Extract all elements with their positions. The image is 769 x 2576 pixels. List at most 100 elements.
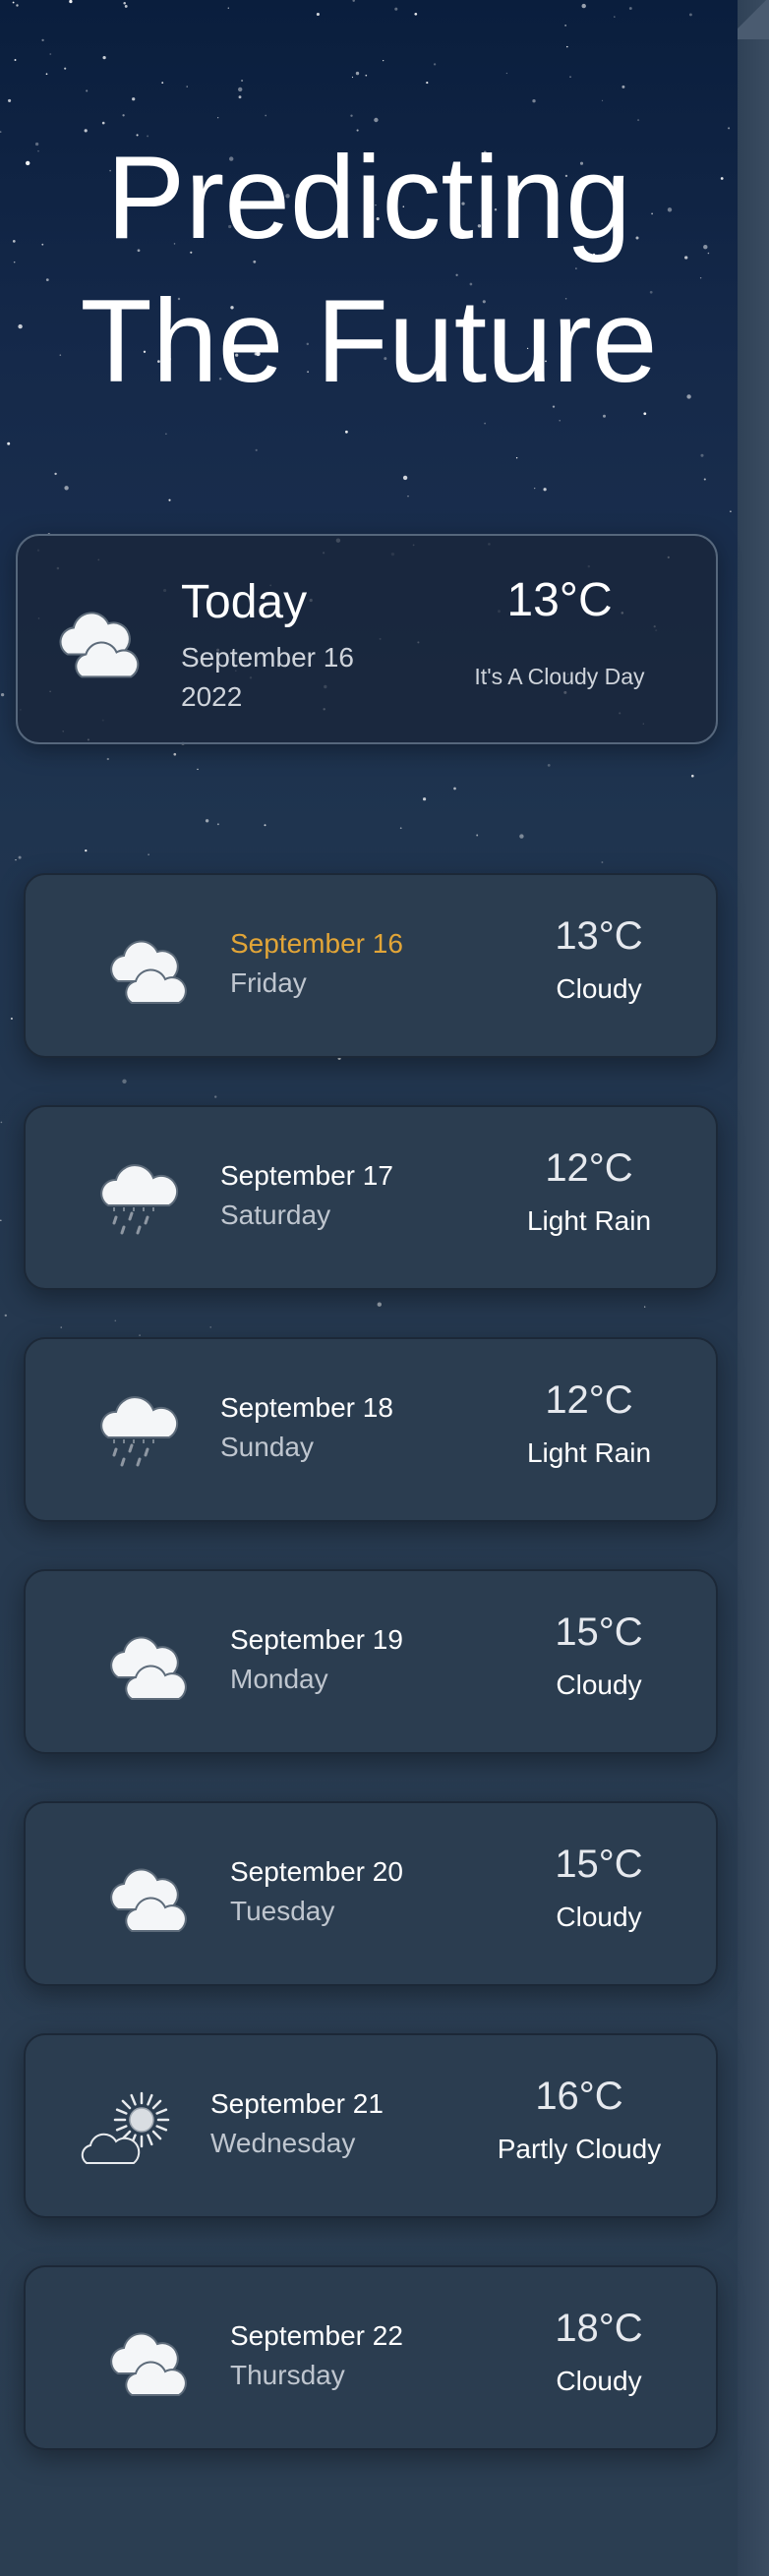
forecast-weekday: Saturday — [220, 1200, 331, 1230]
star — [453, 787, 456, 790]
forecast-condition: Partly Cloudy — [497, 2134, 662, 2164]
star — [106, 757, 109, 761]
star — [197, 768, 199, 771]
star — [476, 834, 479, 837]
star — [12, 1, 15, 4]
star — [122, 1079, 127, 1084]
star — [515, 457, 518, 459]
star — [423, 797, 427, 801]
forecast-temperature: 15°C — [555, 1843, 643, 1886]
star — [64, 67, 67, 70]
star — [547, 764, 551, 767]
today-label: Today — [181, 576, 308, 628]
hero-title-line-2: The Future — [80, 275, 658, 407]
forecast-temperature: 12°C — [545, 1378, 633, 1422]
today-date: September 16 2022 — [181, 642, 354, 712]
star — [114, 1319, 117, 1322]
forecast-temperature: 15°C — [555, 1610, 643, 1654]
forecast-weekday: Tuesday — [230, 1896, 335, 1926]
forecast-condition: Cloudy — [556, 2366, 642, 2396]
forecast-date: September 22 — [230, 2320, 403, 2351]
forecast-weekday: Sunday — [220, 1432, 314, 1462]
star — [18, 855, 22, 859]
star — [227, 7, 229, 9]
star — [532, 99, 536, 103]
star — [41, 38, 44, 42]
star — [377, 1302, 382, 1307]
star — [402, 475, 408, 481]
scrollbar-thumb[interactable] — [738, 0, 769, 39]
star — [209, 1326, 211, 1328]
forecast-day-card: September 20 Tuesday 15°C Cloudy — [24, 1801, 718, 1986]
star — [519, 834, 524, 839]
star — [394, 7, 398, 11]
star — [15, 858, 17, 861]
star — [628, 7, 632, 10]
today-description: It's A Cloudy Day — [474, 664, 645, 689]
star — [186, 86, 188, 88]
hero-title-line-1: Predicting — [106, 132, 631, 263]
star — [165, 433, 167, 436]
star — [241, 79, 244, 83]
star — [644, 1306, 646, 1308]
star — [534, 487, 536, 490]
star — [10, 1017, 13, 1021]
star — [543, 488, 547, 492]
star — [601, 861, 604, 863]
forecast-day-card: September 16 Friday 13°C Cloudy — [24, 873, 718, 1058]
star — [64, 486, 69, 491]
today-temperature: 13°C — [506, 574, 613, 626]
page-scrollbar[interactable] — [738, 0, 769, 2576]
star — [255, 448, 258, 451]
star — [86, 89, 89, 92]
star — [4, 1314, 8, 1317]
hero-title: Predicting The Future — [0, 126, 738, 413]
forecast-day-card: September 17 Saturday 12°C Light Rain — [24, 1105, 718, 1290]
forecast-date: September 19 — [230, 1624, 403, 1655]
star — [102, 55, 106, 60]
cloudy-icon — [102, 2322, 201, 2401]
forecast-weekday: Thursday — [230, 2360, 345, 2390]
forecast-day-card: September 21 Wednesday 16°C Partly Cloudy — [24, 2033, 718, 2218]
rain-icon — [94, 1162, 193, 1241]
partly-cloudy-icon — [81, 2090, 179, 2169]
star — [569, 76, 571, 78]
star — [703, 478, 706, 481]
forecast-condition: Light Rain — [526, 1205, 652, 1236]
star — [374, 117, 379, 123]
star — [132, 97, 136, 101]
forecast-date: September 20 — [230, 1856, 403, 1887]
forecast-condition: Cloudy — [556, 973, 642, 1004]
star — [173, 752, 177, 756]
star — [399, 827, 402, 830]
star — [123, 1, 126, 5]
star — [85, 849, 88, 852]
star — [238, 95, 242, 99]
star — [700, 453, 704, 457]
star — [54, 472, 57, 476]
star — [16, 4, 19, 7]
forecast-date: September 21 — [210, 2088, 384, 2119]
star — [168, 498, 171, 501]
star — [581, 3, 586, 9]
star — [8, 98, 12, 102]
star — [264, 824, 266, 827]
star — [101, 121, 105, 125]
star — [238, 87, 243, 92]
star — [559, 420, 561, 422]
star — [730, 510, 732, 512]
today-weather-card: Today September 16 2022 13°C It's A Clou… — [16, 534, 718, 744]
star — [60, 1326, 62, 1328]
forecast-temperature: 12°C — [545, 1146, 633, 1190]
star — [0, 1219, 2, 1222]
star — [344, 430, 348, 434]
forecast-day-card: September 22 Thursday 18°C Cloudy — [24, 2265, 718, 2450]
forecast-condition: Cloudy — [556, 1669, 642, 1700]
forecast-temperature: 18°C — [555, 2307, 643, 2350]
star — [124, 4, 128, 8]
cloudy-icon — [59, 612, 140, 678]
star — [161, 82, 164, 84]
forecast-weekday: Wednesday — [210, 2128, 356, 2158]
star — [265, 114, 267, 117]
forecast-date: September 16 — [230, 928, 403, 959]
